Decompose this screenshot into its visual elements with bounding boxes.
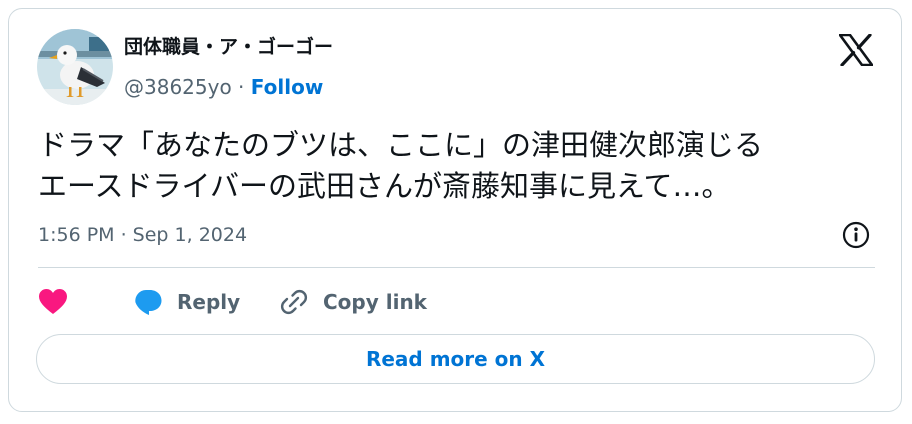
tweet-text-line: ドラマ「あなたのブツは、ここに」の津田健次郎演じる (38, 128, 764, 162)
author-display-name[interactable]: 団体職員・ア・ゴーゴー (124, 35, 333, 59)
read-more-button[interactable]: Read more on X (36, 334, 875, 384)
embedded-tweet-card: 団体職員・ア・ゴーゴー @38625yo · Follow ドラマ「あなたのブツ… (8, 8, 902, 412)
tweet-text-line: エースドライバーの武田さんが斎藤知事に見えて…。 (38, 169, 731, 203)
speech-bubble-icon (135, 290, 162, 315)
separator-dot: · (231, 75, 251, 99)
reply-label: Reply (177, 290, 241, 314)
follow-link[interactable]: Follow (251, 75, 324, 99)
tweet-actions: Reply Copy link (38, 285, 858, 319)
divider (38, 267, 875, 268)
tweet-timestamp[interactable]: 1:56 PM · Sep 1, 2024 (38, 222, 247, 248)
avatar[interactable] (37, 29, 113, 105)
link-icon (280, 289, 308, 315)
read-more-label: Read more on X (365, 347, 546, 371)
author-handle-row: @38625yo · Follow (124, 74, 323, 100)
tweet-text: ドラマ「あなたのブツは、ここに」の津田健次郎演じる エースドライバーの武田さんが… (38, 125, 868, 207)
copy-link-label: Copy link (323, 290, 427, 314)
info-icon[interactable] (841, 220, 871, 250)
x-logo-icon[interactable] (838, 33, 874, 67)
author-handle[interactable]: @38625yo (124, 75, 232, 99)
avatar-seagull-image (37, 29, 113, 105)
copy-link-button[interactable]: Copy link (279, 285, 427, 319)
heart-icon (39, 289, 67, 314)
like-button[interactable] (38, 285, 68, 319)
reply-button[interactable]: Reply (133, 285, 240, 319)
